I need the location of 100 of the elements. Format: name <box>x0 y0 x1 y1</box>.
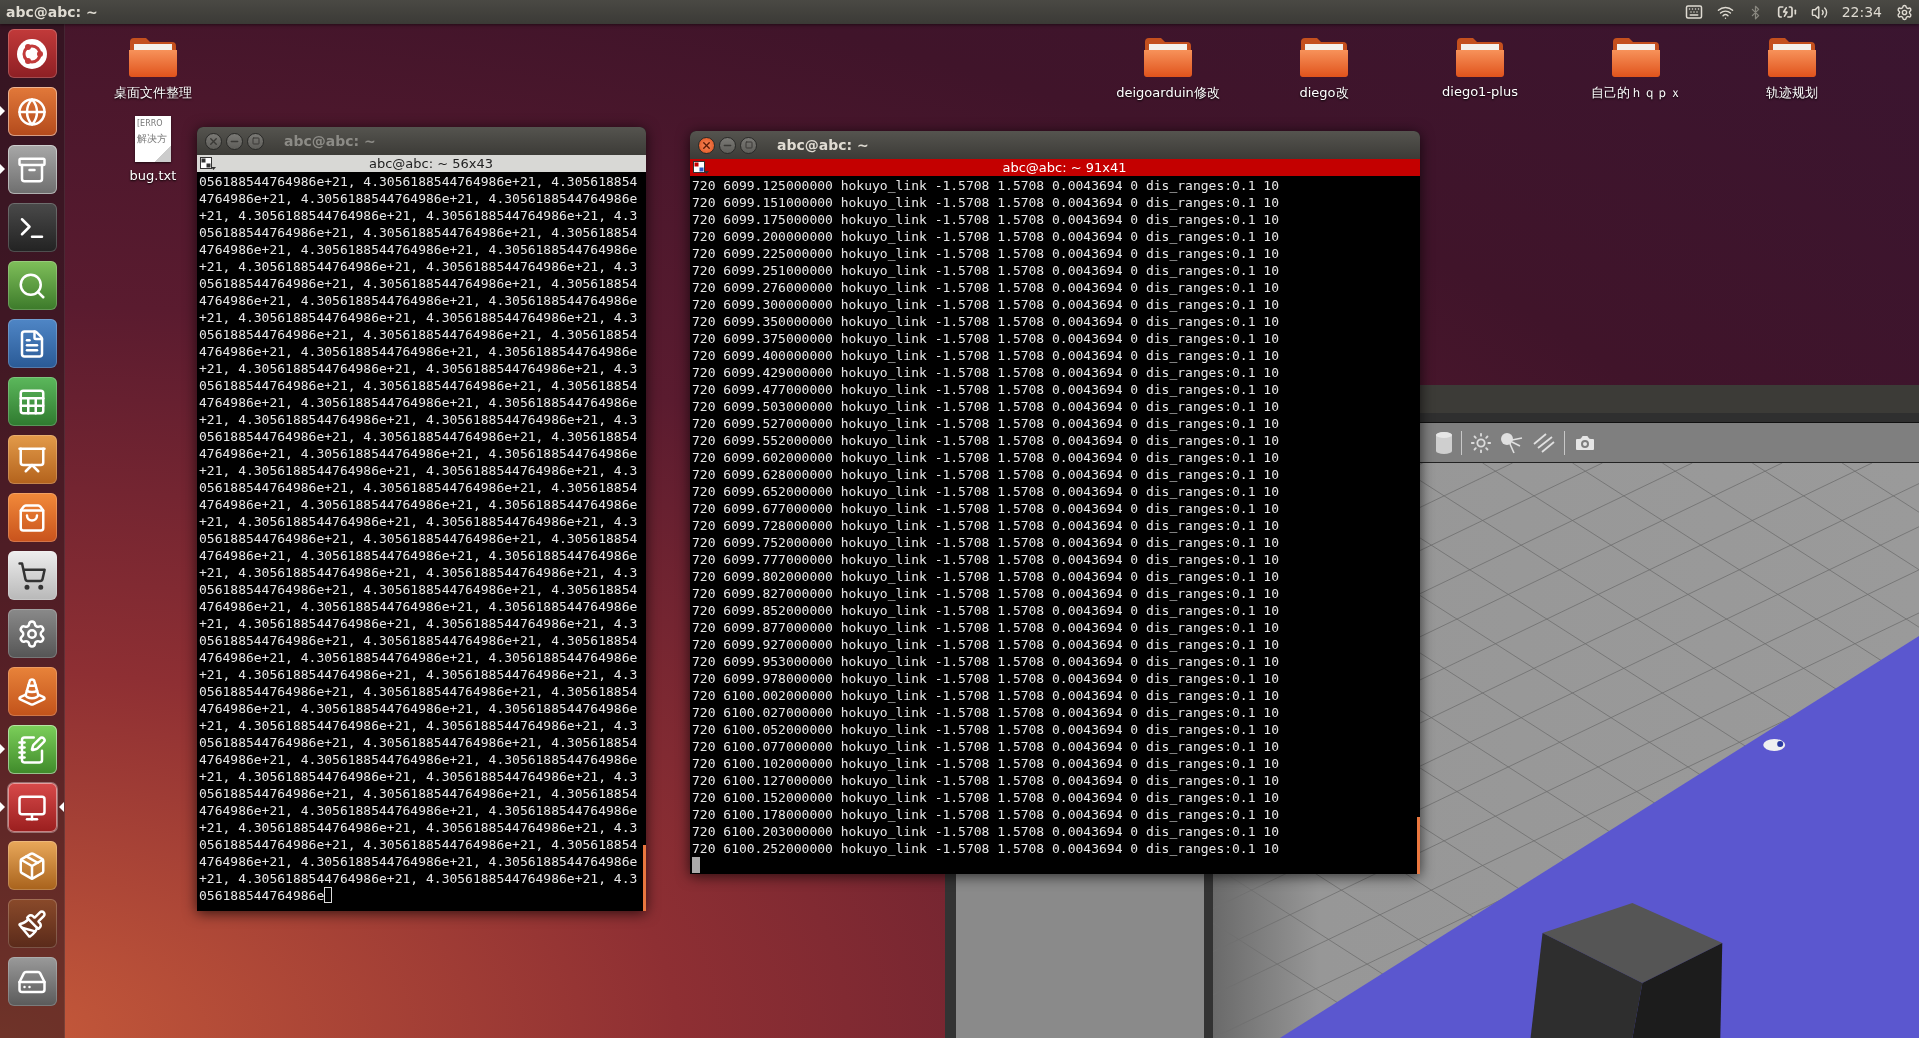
terminal-line: 720 6100.077000000 hokuyo_link -1.5708 1.5708 0.0043694 0 dis_ranges:0.1 10 <box>692 739 1279 754</box>
terminal-line: 720 6099.175000000 hokuyo_link -1.5708 1.5708 0.0043694 0 dis_ranges:0.1 10 <box>692 212 1279 227</box>
launcher-item[interactable] <box>7 435 57 484</box>
terminal-line: +21, 4.3056188544764986e+21, 4.3056188544764986e+21, 4.3 <box>199 871 638 886</box>
maximize-button[interactable] <box>247 132 264 150</box>
desktop-icon-label[interactable]: deigoarduin修改 <box>1116 84 1220 102</box>
launcher-item[interactable] <box>7 551 57 600</box>
launcher-item[interactable] <box>7 783 57 832</box>
file-preview-text: [ERRO <box>137 120 164 128</box>
desktop-icon-label[interactable]: 桌面文件整理 <box>114 84 192 102</box>
terminal-line: 720 6100.203000000 hokuyo_link -1.5708 1.5708 0.0043694 0 dis_ranges:0.1 10 <box>692 824 1279 839</box>
spotlight-icon <box>1500 431 1524 454</box>
terminal-line: 4764986e+21, 4.3056188544764986e+21, 4.3056188544764986e <box>199 599 638 614</box>
clock[interactable]: 22:34 <box>1841 4 1882 20</box>
launcher-item[interactable] <box>7 203 57 252</box>
settings-icon <box>17 618 47 649</box>
desktop-icon-label[interactable]: diego改 <box>1299 84 1349 102</box>
settings-icon[interactable] <box>1896 3 1913 21</box>
terminal-line: 4764986e+21, 4.3056188544764986e+21, 4.3056188544764986e <box>199 803 638 818</box>
minimize-button[interactable] <box>719 136 736 154</box>
terminal-line: +21, 4.3056188544764986e+21, 4.3056188544764986e+21, 4.3 <box>199 412 638 427</box>
terminal-line: 720 6099.877000000 hokuyo_link -1.5708 1.5708 0.0043694 0 dis_ranges:0.1 10 <box>692 620 1279 635</box>
terminal-line: 056188544764986e+21, 4.3056188544764986e+21, 4.305618854 <box>199 531 638 546</box>
folder-icon <box>1455 36 1505 78</box>
desktop-icon-label[interactable]: diego1-plus <box>1442 84 1518 99</box>
terminal-line: 720 6099.852000000 hokuyo_link -1.5708 1.5708 0.0043694 0 dis_ranges:0.1 10 <box>692 603 1279 618</box>
terminal-line: 720 6099.978000000 hokuyo_link -1.5708 1.5708 0.0043694 0 dis_ranges:0.1 10 <box>692 671 1279 686</box>
cylinder-button[interactable] <box>1435 430 1453 455</box>
terminal-line: 056188544764986e+21, 4.3056188544764986e+21, 4.305618854 <box>199 276 638 291</box>
file-preview-text: 解决方 <box>137 134 168 144</box>
maximize-icon <box>744 141 753 149</box>
terminal-line: 720 6099.125000000 hokuyo_link -1.5708 1.5708 0.0043694 0 dis_ranges:0.1 10 <box>692 178 1279 193</box>
terminal-line: 720 6100.178000000 hokuyo_link -1.5708 1.5708 0.0043694 0 dis_ranges:0.1 10 <box>692 807 1279 822</box>
close-button[interactable] <box>205 132 222 150</box>
terminal-line: 056188544764986e+21, 4.3056188544764986e+21, 4.305618854 <box>199 786 638 801</box>
desktop-icon-label[interactable]: 自己的ｈｑｐｘ <box>1590 84 1682 102</box>
close-icon <box>208 135 219 147</box>
launcher-item[interactable] <box>7 609 57 658</box>
circle-logo-icon <box>16 37 48 70</box>
grid-menu-icon[interactable] <box>693 160 709 175</box>
volume-icon[interactable] <box>1810 3 1828 21</box>
maximize-button[interactable] <box>740 136 757 154</box>
scrollbar-thumb[interactable] <box>643 845 646 911</box>
cart-icon <box>17 560 47 591</box>
launcher-item[interactable] <box>7 493 57 542</box>
terminal-line: 720 6099.375000000 hokuyo_link -1.5708 1.5708 0.0043694 0 dis_ranges:0.1 10 <box>692 331 1279 346</box>
launcher-item[interactable] <box>7 261 57 310</box>
launcher-item[interactable] <box>7 145 57 194</box>
terminal-line: 720 6100.002000000 hokuyo_link -1.5708 1.5708 0.0043694 0 dis_ranges:0.1 10 <box>692 688 1279 703</box>
terminal-line: +21, 4.3056188544764986e+21, 4.3056188544764986e+21, 4.3 <box>199 208 638 223</box>
globe-icon <box>17 96 47 127</box>
sun-button[interactable] <box>1470 431 1492 454</box>
terminal-line: 4764986e+21, 4.3056188544764986e+21, 4.3056188544764986e <box>199 446 638 461</box>
paintbrush-icon <box>17 908 47 939</box>
terminal-line: +21, 4.3056188544764986e+21, 4.3056188544764986e+21, 4.3 <box>199 667 638 682</box>
launcher-item[interactable] <box>7 377 57 426</box>
desktop-icon-label[interactable]: 轨迹规划 <box>1766 84 1818 102</box>
launcher-item[interactable] <box>7 667 57 716</box>
launcher-item[interactable] <box>7 841 57 890</box>
terminal-line: 720 6099.350000000 hokuyo_link -1.5708 1.5708 0.0043694 0 dis_ranges:0.1 10 <box>692 314 1279 329</box>
launcher-item[interactable] <box>7 957 57 1006</box>
notebook-pen-icon <box>17 734 47 765</box>
spotlight-button[interactable] <box>1500 431 1524 454</box>
close-button[interactable] <box>698 136 715 154</box>
terminal-line: 720 6099.477000000 hokuyo_link -1.5708 1.5708 0.0043694 0 dis_ranges:0.1 10 <box>692 382 1279 397</box>
keyboard-icon[interactable] <box>1684 3 1703 21</box>
terminal-line: 056188544764986e+21, 4.3056188544764986e+21, 4.305618854 <box>199 327 638 342</box>
minimize-button[interactable] <box>226 132 243 150</box>
launcher-item[interactable] <box>7 319 57 368</box>
terminal-line: 720 6099.225000000 hokuyo_link -1.5708 1.5708 0.0043694 0 dis_ranges:0.1 10 <box>692 246 1279 261</box>
launcher-item[interactable] <box>7 725 57 774</box>
terminal-line: 056188544764986e <box>199 888 325 903</box>
directional-light-button[interactable] <box>1532 431 1556 454</box>
terminal-line: 720 6099.300000000 hokuyo_link -1.5708 1.5708 0.0043694 0 dis_ranges:0.1 10 <box>692 297 1279 312</box>
folder-icon <box>1299 36 1349 78</box>
launcher-item[interactable] <box>7 87 57 136</box>
terminal-line: 4764986e+21, 4.3056188544764986e+21, 4.3056188544764986e <box>199 854 638 869</box>
terminal-line: 4764986e+21, 4.3056188544764986e+21, 4.3056188544764986e <box>199 497 638 512</box>
terminal-line: 720 6099.151000000 hokuyo_link -1.5708 1.5708 0.0043694 0 dis_ranges:0.1 10 <box>692 195 1279 210</box>
window-title: abc@abc: ~ <box>284 133 376 149</box>
terminal-title: abc@abc: ~ 91x41 <box>1001 160 1128 175</box>
terminal-line: 4764986e+21, 4.3056188544764986e+21, 4.3056188544764986e <box>199 395 638 410</box>
folder-icon <box>1611 36 1661 78</box>
terminal-line: 720 6099.527000000 hokuyo_link -1.5708 1.5708 0.0043694 0 dis_ranges:0.1 10 <box>692 416 1279 431</box>
terminal-line: 4764986e+21, 4.3056188544764986e+21, 4.3056188544764986e <box>199 191 638 206</box>
terminal-line: +21, 4.3056188544764986e+21, 4.3056188544764986e+21, 4.3 <box>199 565 638 580</box>
terminal-line: 4764986e+21, 4.3056188544764986e+21, 4.3056188544764986e <box>199 344 638 359</box>
package-icon <box>17 850 47 881</box>
desktop-icon-label[interactable]: bug.txt <box>129 168 177 183</box>
grid-menu-icon[interactable] <box>200 156 216 171</box>
scrollbar-thumb[interactable] <box>1417 817 1420 874</box>
launcher-item[interactable] <box>7 29 57 78</box>
terminal-line: 720 6099.827000000 hokuyo_link -1.5708 1.5708 0.0043694 0 dis_ranges:0.1 10 <box>692 586 1279 601</box>
terminal-line: 720 6099.777000000 hokuyo_link -1.5708 1.5708 0.0043694 0 dis_ranges:0.1 10 <box>692 552 1279 567</box>
terminal-line: 720 6099.953000000 hokuyo_link -1.5708 1.5708 0.0043694 0 dis_ranges:0.1 10 <box>692 654 1279 669</box>
shopping-bag-icon <box>17 502 47 533</box>
launcher-item[interactable] <box>7 899 57 948</box>
terminal-line: 720 6099.752000000 hokuyo_link -1.5708 1.5708 0.0043694 0 dis_ranges:0.1 10 <box>692 535 1279 550</box>
terminal-line: 056188544764986e+21, 4.3056188544764986e+21, 4.305618854 <box>199 582 638 597</box>
terminal-line: 720 6100.027000000 hokuyo_link -1.5708 1.5708 0.0043694 0 dis_ranges:0.1 10 <box>692 705 1279 720</box>
